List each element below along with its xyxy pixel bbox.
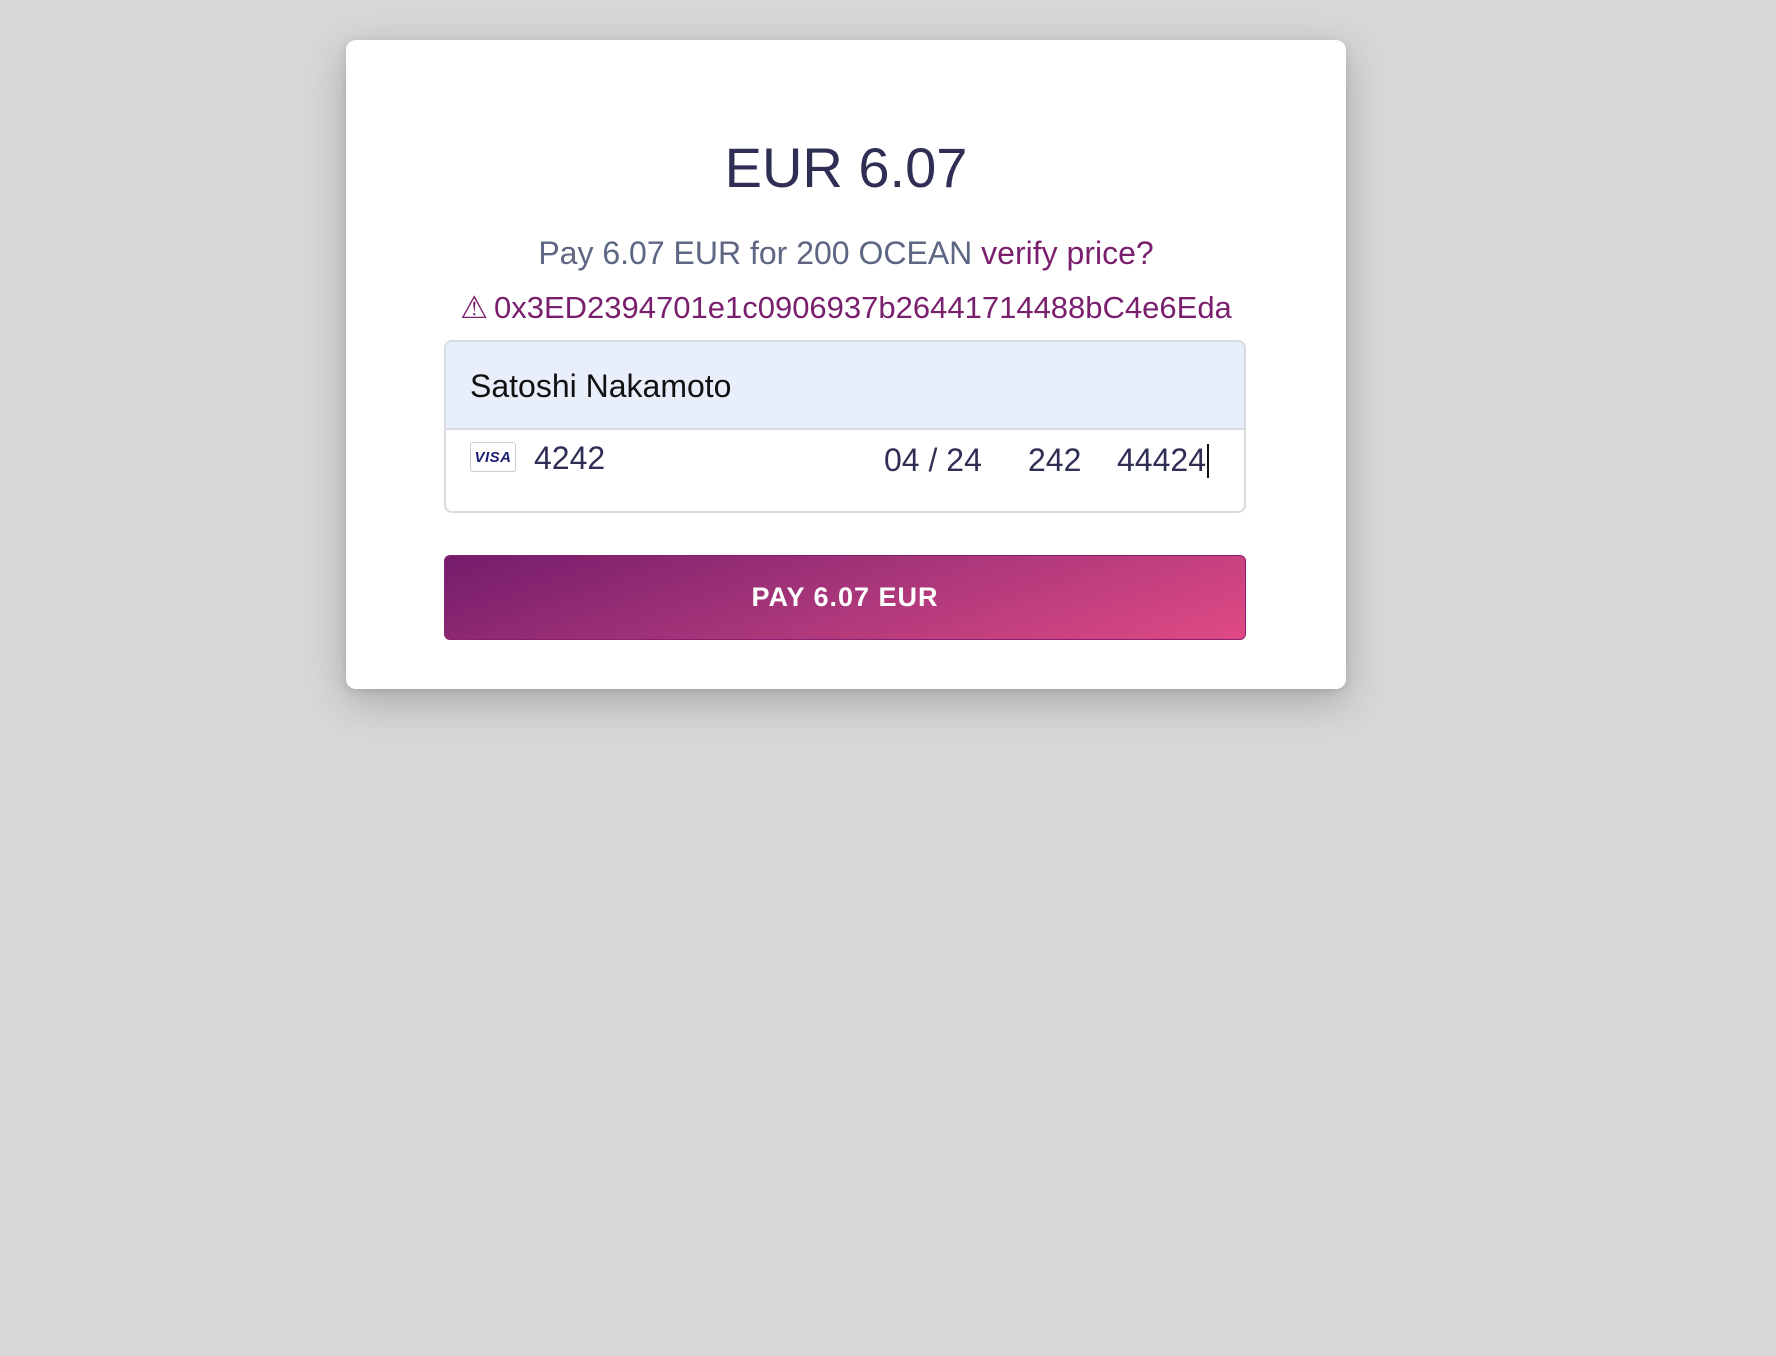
zip-value: 44424 bbox=[1117, 442, 1206, 478]
amount-title: EUR 6.07 bbox=[724, 136, 968, 199]
payment-description-text: Pay 6.07 EUR for 200 OCEAN bbox=[538, 235, 973, 271]
checkout-card: EUR 6.07 Pay 6.07 EUR for 200 OCEAN veri… bbox=[346, 40, 1346, 689]
visa-icon: VISA bbox=[470, 442, 516, 472]
wallet-address: 0x3ED2394701e1c0906937b26441714488bC4e6E… bbox=[494, 290, 1232, 325]
card-number-input[interactable]: 4242 bbox=[534, 440, 605, 476]
text-caret bbox=[1206, 443, 1209, 478]
cvc-input[interactable]: 242 bbox=[1028, 442, 1081, 478]
expiry-input[interactable]: 04 / 24 bbox=[884, 442, 982, 478]
wallet-address-line: ⚠ 0x3ED2394701e1c0906937b26441714488bC4e6… bbox=[346, 288, 1346, 328]
pay-button[interactable]: PAY 6.07 EUR bbox=[444, 555, 1246, 640]
cardholder-name-field[interactable]: Satoshi Nakamoto bbox=[446, 342, 1244, 430]
visa-logo-text: VISA bbox=[474, 448, 512, 466]
verify-price-link[interactable]: verify price? bbox=[981, 235, 1154, 271]
pay-button-label: PAY 6.07 EUR bbox=[751, 582, 939, 612]
payment-form: Satoshi Nakamoto VISA 4242 04 / 24 242 4… bbox=[444, 340, 1246, 513]
payment-description: Pay 6.07 EUR for 200 OCEAN verify price? bbox=[346, 233, 1346, 273]
zip-input[interactable]: 44424 bbox=[1117, 442, 1209, 478]
cardholder-name-value: Satoshi Nakamoto bbox=[470, 368, 732, 404]
warning-icon: ⚠ bbox=[460, 290, 488, 325]
card-details-field[interactable]: VISA 4242 04 / 24 242 44424 bbox=[446, 430, 1244, 511]
